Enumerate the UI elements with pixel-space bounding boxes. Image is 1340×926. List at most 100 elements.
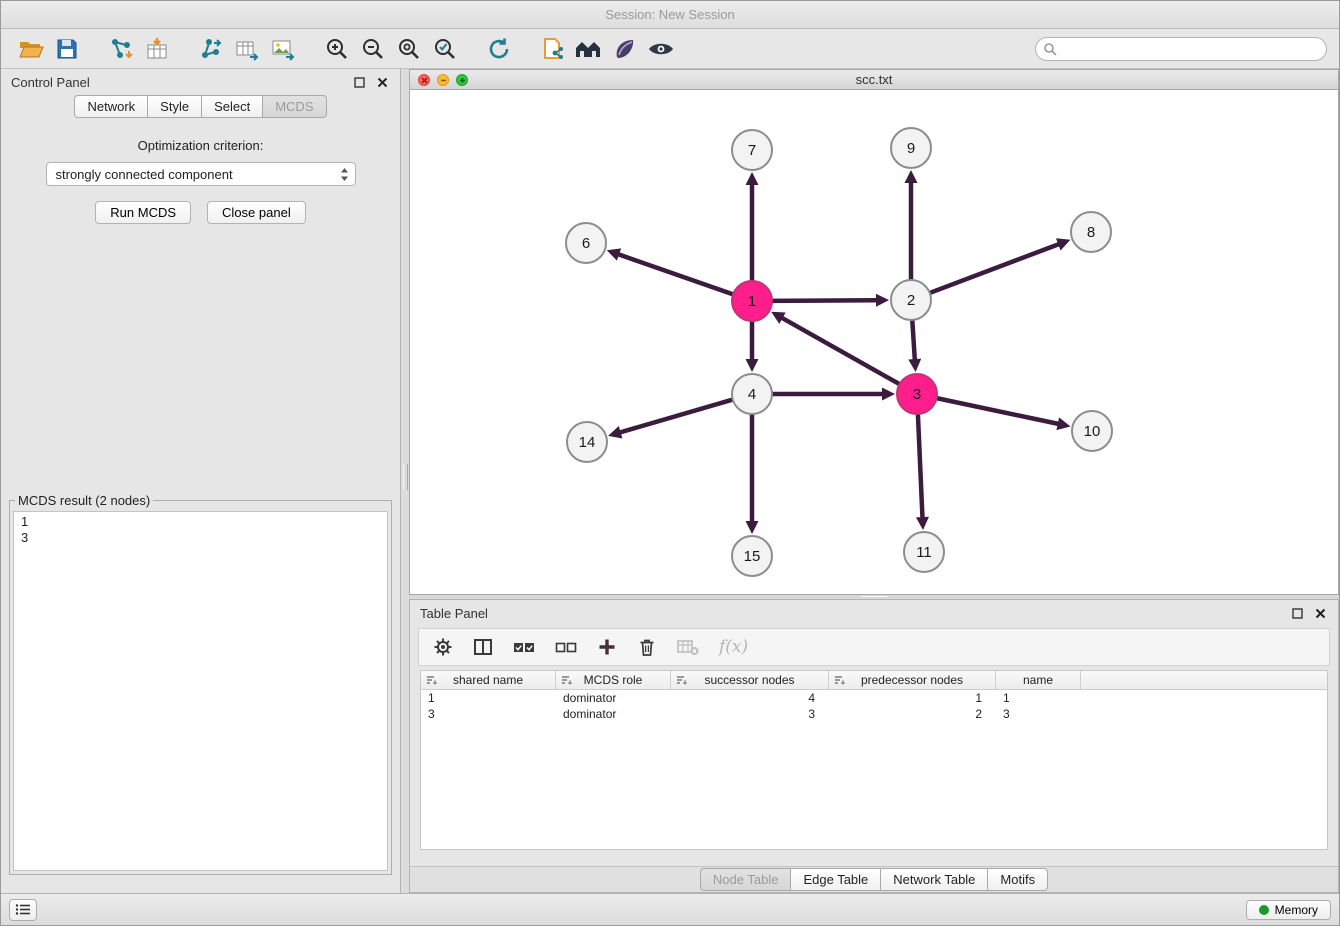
float-table-panel-button[interactable]	[1290, 606, 1305, 621]
run-mcds-button[interactable]: Run MCDS	[95, 201, 191, 224]
graph-edge[interactable]	[621, 400, 733, 433]
mcds-result-item[interactable]: 3	[21, 530, 380, 546]
graph-edge[interactable]	[782, 318, 899, 384]
cell-name[interactable]: 3	[996, 706, 1081, 722]
graph-node-6[interactable]: 6	[566, 223, 606, 263]
mcds-result-item[interactable]: 1	[21, 514, 380, 530]
copy-network-button[interactable]	[535, 33, 571, 65]
create-column-button[interactable]	[595, 635, 619, 659]
zoom-out-button[interactable]	[355, 33, 391, 65]
network-window-titlebar[interactable]: scc.txt	[410, 70, 1338, 90]
graph-edge-arrow	[905, 170, 918, 183]
graph-edge[interactable]	[912, 320, 914, 359]
export-table-button[interactable]	[229, 33, 265, 65]
graph-node-11[interactable]: 11	[904, 532, 944, 572]
minimize-icon	[440, 77, 447, 84]
graph-edge-arrow	[882, 388, 895, 401]
open-session-button[interactable]	[13, 33, 49, 65]
zoom-fit-button[interactable]	[391, 33, 427, 65]
export-network-button[interactable]	[193, 33, 229, 65]
show-graphics-details-button[interactable]	[643, 33, 679, 65]
style-brush-icon	[613, 37, 637, 61]
export-image-button[interactable]	[265, 33, 301, 65]
save-session-button[interactable]	[49, 33, 85, 65]
cell-shared-name[interactable]: 3	[421, 706, 556, 722]
table-row[interactable]: 3 dominator 3 2 3	[421, 706, 1327, 722]
tab-edge-table[interactable]: Edge Table	[790, 868, 881, 891]
close-table-panel-button[interactable]	[1313, 606, 1328, 621]
graph-node-10[interactable]: 10	[1072, 411, 1112, 451]
tab-network-table[interactable]: Network Table	[880, 868, 988, 891]
graph-edge[interactable]	[772, 300, 876, 301]
fx-icon: f(x)	[719, 637, 748, 657]
graph-edge[interactable]	[930, 244, 1059, 293]
first-neighbors-button[interactable]	[571, 33, 607, 65]
graph-node-1[interactable]: 1	[732, 281, 772, 321]
graph-node-8[interactable]: 8	[1071, 212, 1111, 252]
delete-table-button[interactable]	[675, 636, 701, 658]
cell-mcds-role[interactable]: dominator	[556, 690, 671, 706]
cell-successor-nodes[interactable]: 3	[671, 706, 829, 722]
graph-node-7[interactable]: 7	[732, 130, 772, 170]
search-input[interactable]	[1035, 37, 1327, 61]
cell-mcds-role[interactable]: dominator	[556, 706, 671, 722]
network-canvas[interactable]: 7 9 6 8 1 2 4 3 14 10 15 11	[410, 90, 1338, 594]
tab-style[interactable]: Style	[147, 95, 202, 118]
mcds-result-list[interactable]: 1 3	[13, 511, 388, 871]
zoom-in-button[interactable]	[319, 33, 355, 65]
column-header-predecessor-nodes[interactable]: predecessor nodes	[829, 671, 996, 689]
zoom-window-button[interactable]	[456, 74, 468, 86]
memory-button[interactable]: Memory	[1246, 900, 1331, 920]
column-header-successor-nodes[interactable]: successor nodes	[671, 671, 829, 689]
tab-select[interactable]: Select	[201, 95, 263, 118]
style-brush-button[interactable]	[607, 33, 643, 65]
graph-node-9[interactable]: 9	[891, 128, 931, 168]
graph-node-14[interactable]: 14	[567, 422, 607, 462]
table-row[interactable]: 1 dominator 4 1 1	[421, 690, 1327, 706]
tab-node-table[interactable]: Node Table	[700, 868, 792, 891]
vertical-splitter[interactable]	[401, 69, 409, 895]
split-table-button[interactable]	[471, 635, 495, 659]
cell-successor-nodes[interactable]: 4	[671, 690, 829, 706]
optimization-criterion-select[interactable]: strongly connected component	[46, 162, 356, 186]
column-header-shared-name[interactable]: shared name	[421, 671, 556, 689]
float-panel-button[interactable]	[352, 75, 367, 90]
show-all-columns-button[interactable]	[511, 637, 537, 657]
graph-edge-arrow	[916, 517, 929, 530]
graph-edge[interactable]	[619, 255, 733, 295]
close-panel-button[interactable]	[375, 75, 390, 90]
function-builder-button[interactable]: f(x)	[717, 635, 750, 659]
cell-predecessor-nodes[interactable]: 1	[829, 690, 996, 706]
zoom-selected-button[interactable]	[427, 33, 463, 65]
toolbar-separator	[85, 48, 103, 49]
column-header-mcds-role[interactable]: MCDS role	[556, 671, 671, 689]
graph-node-3[interactable]: 3	[897, 374, 937, 414]
table-settings-button[interactable]	[431, 635, 455, 659]
cell-name[interactable]: 1	[996, 690, 1081, 706]
import-table-button[interactable]	[139, 33, 175, 65]
cell-shared-name[interactable]: 1	[421, 690, 556, 706]
zoom-out-icon	[361, 37, 385, 61]
cell-predecessor-nodes[interactable]: 2	[829, 706, 996, 722]
hide-all-columns-button[interactable]	[553, 637, 579, 657]
task-history-button[interactable]	[9, 899, 37, 921]
close-window-button[interactable]	[418, 74, 430, 86]
tab-network[interactable]: Network	[74, 95, 148, 118]
zoom-selected-icon	[433, 37, 457, 61]
graph-edge[interactable]	[918, 414, 923, 517]
column-header-name[interactable]: name	[996, 671, 1081, 689]
tab-mcds[interactable]: MCDS	[262, 95, 326, 118]
graph-node-4[interactable]: 4	[732, 374, 772, 414]
import-network-button[interactable]	[103, 33, 139, 65]
graph-node-15[interactable]: 15	[732, 536, 772, 576]
delete-column-button[interactable]	[635, 635, 659, 659]
table-panel-title: Table Panel	[420, 606, 1282, 621]
toolbar-separator	[517, 48, 535, 49]
graph-edge[interactable]	[937, 398, 1058, 424]
apply-layout-button[interactable]	[481, 33, 517, 65]
minimize-window-button[interactable]	[437, 74, 449, 86]
graph-node-2[interactable]: 2	[891, 280, 931, 320]
close-panel-action-button[interactable]: Close panel	[207, 201, 306, 224]
trash-icon	[637, 637, 657, 657]
tab-motifs[interactable]: Motifs	[987, 868, 1048, 891]
